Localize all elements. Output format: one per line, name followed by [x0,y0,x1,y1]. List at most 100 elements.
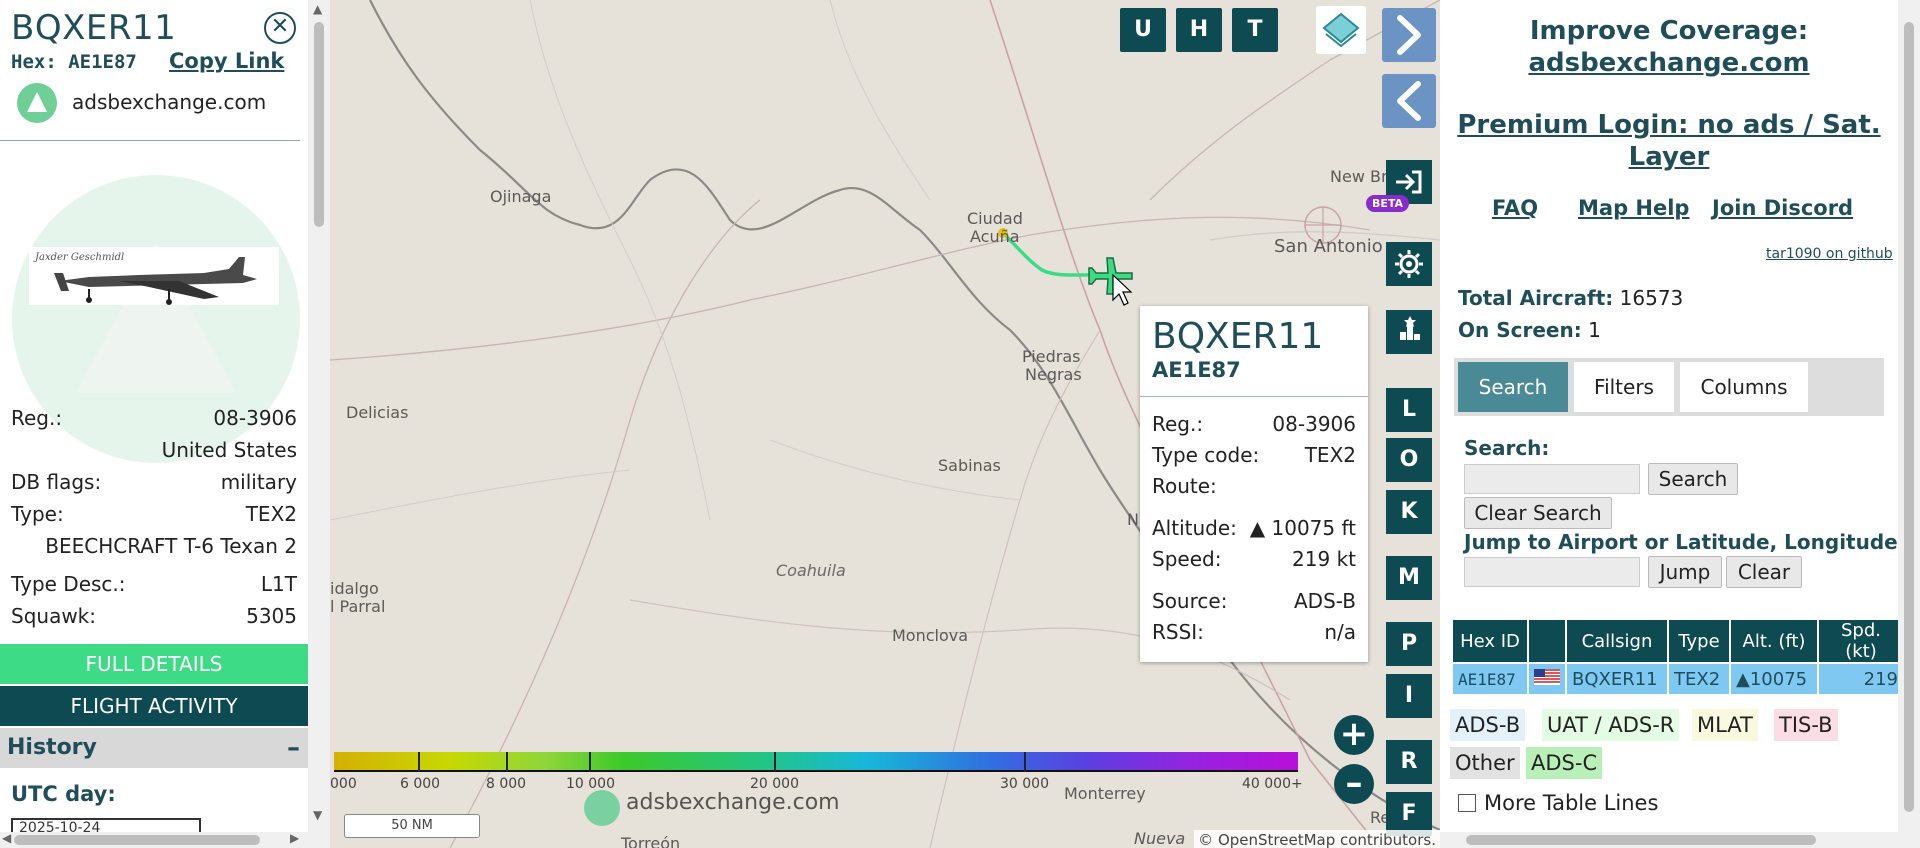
copy-link[interactable]: Copy Link [169,49,284,73]
legend-label: 30 000 [1000,776,1049,792]
popup-rssi-row: RSSI: n/a [1152,620,1356,644]
clear-search-button[interactable]: Clear Search [1464,497,1612,529]
country-row: United States [161,438,297,462]
popup-speed-row: Speed: 219 kt [1152,547,1356,571]
map-view[interactable]: Ojinaga Ciudad Acuña New Brau San Antoni… [330,0,1440,848]
h-button[interactable]: H [1176,8,1222,52]
photo-credit: Jaxder Geschmidl [33,252,124,263]
cell-speed: 219 [1817,662,1905,696]
popup-hex: AE1E87 [1152,358,1241,382]
col-type[interactable]: Type [1667,618,1731,664]
popup-reg-row: Reg.: 08-3906 [1152,412,1356,436]
collapse-icon[interactable]: – [287,728,300,768]
region-label: Coahuila [776,561,846,580]
aircraft-popup[interactable]: BQXER11 AE1E87 Reg.: 08-3906 Type code: TE… [1140,306,1368,662]
col-hex[interactable]: Hex ID [1451,618,1529,664]
left-horizontal-scrollbar[interactable]: ◀ ▶ [0,831,308,848]
flight-activity-button[interactable]: FLIGHT ACTIVITY [0,686,308,726]
join-discord-link[interactable]: Join Discord [1712,196,1853,220]
altitude-color-legend [334,752,1298,772]
r-button[interactable]: R [1386,740,1432,784]
hex-id: Hex: AE1E87 [11,51,137,73]
col-altitude[interactable]: Alt. (ft) [1729,618,1819,664]
db-flags-row: DB flags: military [11,470,297,494]
map-help-link[interactable]: Map Help [1578,196,1689,220]
city-label: San Antonio [1274,236,1383,257]
p-button[interactable]: P [1386,622,1432,666]
search-button[interactable]: Search [1648,463,1738,495]
search-input[interactable] [1464,464,1640,494]
premium-login-link-cont[interactable]: Layer [1440,142,1898,172]
chevron-left-icon[interactable] [1382,74,1436,128]
right-vertical-scrollbar[interactable] [1898,0,1920,848]
city-label: Negras [1025,365,1082,384]
jump-label: Jump to Airport or Latitude, Longitude: [1464,530,1906,554]
watermark-logo-icon [584,790,620,826]
history-header[interactable]: History – [0,728,308,768]
filter-adsb[interactable]: ADS-B [1450,709,1526,741]
tab-search[interactable]: Search [1458,362,1568,412]
more-lines-checkbox[interactable] [1458,794,1476,812]
improve-coverage-link[interactable]: adsbexchange.com [1440,48,1898,78]
zoom-out-button[interactable]: – [1334,764,1374,804]
faq-link[interactable]: FAQ [1492,196,1538,220]
col-callsign[interactable]: Callsign [1565,618,1669,664]
k-button[interactable]: K [1386,490,1432,534]
popup-source-row: Source: ADS-B [1152,589,1356,613]
clear-button[interactable]: Clear [1726,556,1802,588]
t-button[interactable]: T [1232,8,1278,52]
city-label: N [1127,510,1139,529]
map-attribution[interactable]: © OpenStreetMap contributors. [1194,830,1440,848]
filter-tisb[interactable]: TIS-B [1774,709,1838,741]
i-button[interactable]: I [1386,674,1432,718]
cell-altitude: ▲10075 [1729,662,1819,696]
popup-callsign: BQXER11 [1152,316,1324,357]
chevron-right-icon[interactable] [1382,8,1436,62]
jump-input[interactable] [1464,557,1640,587]
filter-uat[interactable]: UAT / ADS-R [1542,709,1680,741]
l-button[interactable]: L [1386,388,1432,432]
type-desc-row: Type Desc.: L1T [11,572,297,596]
popup-altitude-row: Altitude: ▲ 10075 ft [1152,516,1356,540]
stats-chart-icon[interactable] [1386,310,1432,354]
filter-other[interactable]: Other [1450,747,1520,779]
table-row[interactable]: AE1E87 BQXER11 TEX2 ▲10075 219 [1451,662,1905,696]
city-label: Acuña [970,227,1020,246]
popup-type-row: Type code: TEX2 [1152,443,1356,467]
legend-label: 40 000+ [1242,776,1303,792]
premium-login-link[interactable]: Premium Login: no ads / Sat. [1440,110,1898,140]
legend-tick [774,752,776,772]
filter-mlat[interactable]: MLAT [1692,709,1758,741]
tab-filters[interactable]: Filters [1574,362,1674,412]
close-icon[interactable]: ✕ [264,12,296,44]
full-details-button[interactable]: FULL DETAILS [0,644,308,684]
left-vertical-scrollbar[interactable]: ▲ ▼ [308,0,330,848]
city-label: l Parral [330,597,386,616]
col-speed[interactable]: Spd. (kt) [1817,618,1905,664]
table-header-row: Hex ID Callsign Type Alt. (ft) Spd. (kt) [1451,618,1905,664]
settings-gear-icon[interactable] [1386,242,1432,286]
zoom-in-button[interactable]: + [1334,715,1374,755]
cell-hex: AE1E87 [1451,662,1529,696]
filter-adsc[interactable]: ADS-C [1526,747,1603,779]
jump-button[interactable]: Jump [1648,556,1722,588]
right-horizontal-scrollbar[interactable] [1440,832,1898,848]
github-link[interactable]: tar1090 on github [1766,246,1893,262]
more-lines-label: More Table Lines [1484,791,1659,815]
city-label: Monclova [892,626,969,645]
reg-row: Reg.: 08-3906 [11,406,297,430]
col-flag[interactable] [1527,618,1567,664]
aircraft-photo[interactable]: Jaxder Geschmidl [29,247,279,305]
city-label: Nueva [1134,829,1186,848]
u-button[interactable]: U [1120,8,1166,52]
legend-tick [589,752,591,772]
tab-columns[interactable]: Columns [1680,362,1808,412]
o-button[interactable]: O [1386,438,1432,482]
city-label: idalgo [330,579,379,598]
total-aircraft: Total Aircraft: 16573 [1458,286,1684,310]
city-label: Piedras [1022,347,1081,366]
city-label: Ciudad [967,209,1023,228]
legend-label: 000 [330,776,357,792]
m-button[interactable]: M [1386,556,1432,600]
layers-icon[interactable] [1316,6,1366,54]
